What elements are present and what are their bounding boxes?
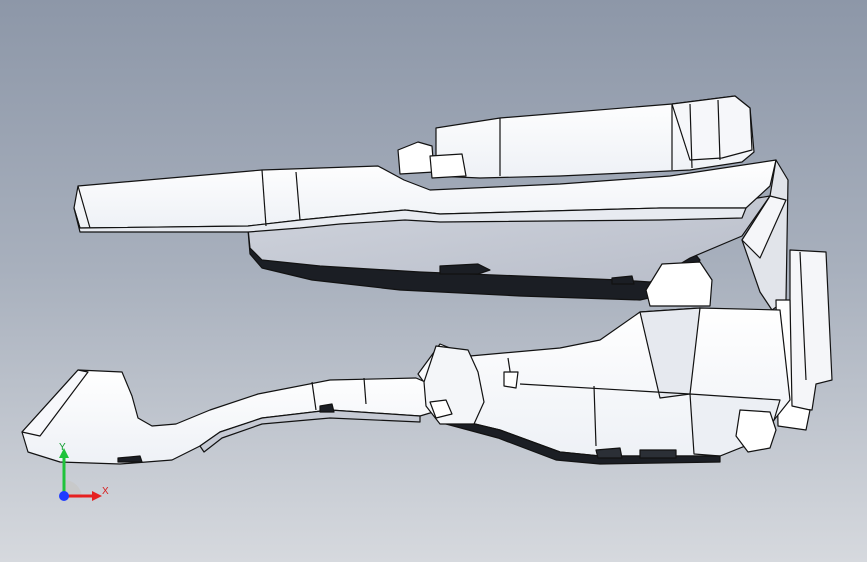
x-axis-label: X — [102, 486, 109, 497]
lower-part — [21, 307, 791, 465]
cad-model-view[interactable] — [0, 0, 867, 562]
coordinate-triad: Y X — [40, 438, 120, 510]
underside-detail — [595, 447, 623, 459]
small-nub-2 — [429, 153, 467, 179]
tab — [503, 371, 519, 389]
triad-graphic — [59, 448, 102, 501]
lever-hole — [319, 403, 335, 413]
z-axis-dot — [59, 491, 69, 501]
bracket-back — [789, 249, 833, 411]
x-axis-arrowhead — [92, 491, 102, 501]
y-axis-label: Y — [59, 442, 66, 453]
upper-part — [73, 95, 789, 311]
underside-detail-2 — [639, 449, 677, 459]
small-nub — [397, 141, 435, 175]
underside-slot-2 — [611, 275, 635, 285]
3d-viewport[interactable]: Y X — [0, 0, 867, 562]
